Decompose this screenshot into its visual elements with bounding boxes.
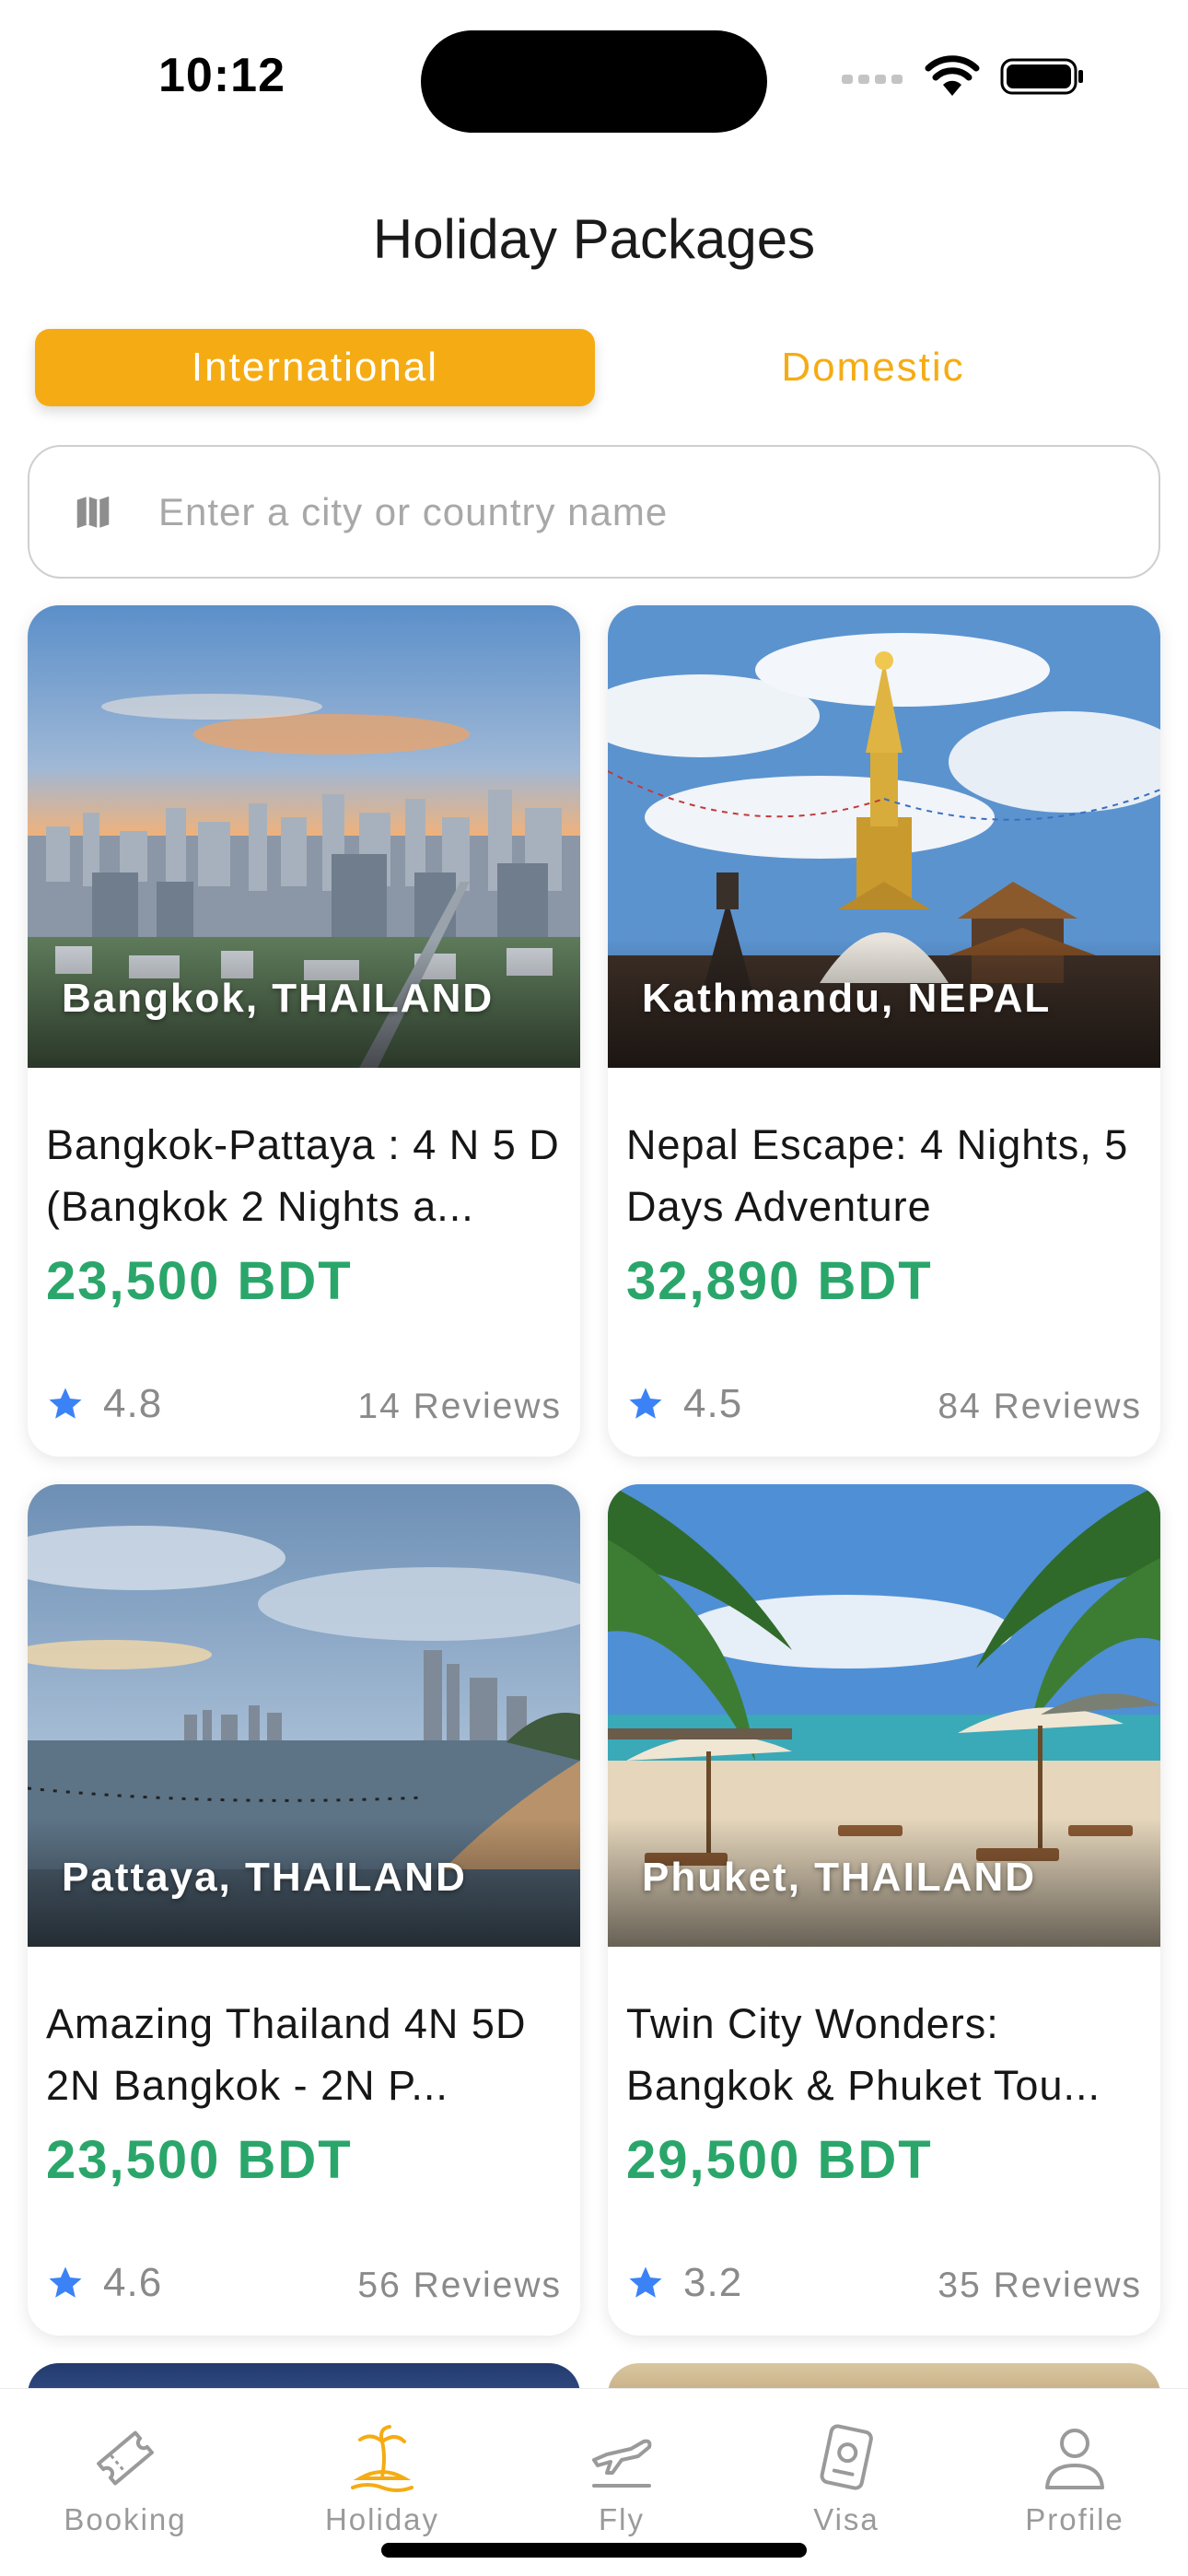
package-location: Bangkok, THAILAND (62, 976, 495, 1021)
rating-value: 4.6 (103, 2260, 163, 2305)
review-count: 35 Reviews (938, 2266, 1142, 2305)
review-count: 56 Reviews (357, 2266, 562, 2305)
package-price: 29,500 BDT (626, 2130, 933, 2190)
island-icon (351, 2425, 413, 2492)
package-price: 32,890 BDT (626, 1251, 933, 1311)
search-box[interactable] (28, 445, 1160, 579)
ticket-icon (97, 2430, 154, 2486)
tab-fly[interactable]: Fly (520, 2421, 723, 2537)
signal-icon (842, 75, 903, 84)
tab-domestic[interactable]: Domestic (593, 329, 1153, 406)
star-icon (629, 2266, 662, 2298)
tab-label: Profile (1025, 2502, 1124, 2536)
tab-holiday[interactable]: Holiday (281, 2421, 483, 2537)
package-location: Pattaya, THAILAND (62, 1855, 467, 1900)
package-rating: 4.5 (626, 1381, 742, 1427)
page-title: Holiday Packages (372, 208, 816, 270)
package-rating: 4.6 (46, 2260, 162, 2306)
plane-icon (592, 2439, 652, 2488)
tab-profile[interactable]: Profile (973, 2421, 1176, 2537)
rating-value: 4.5 (683, 1381, 743, 1426)
package-card[interactable]: Phuket, THAILAND Twin City Wonders: Bang… (608, 1484, 1160, 2336)
package-rating: 3.2 (626, 2260, 742, 2306)
tab-label: Visa (813, 2502, 879, 2536)
passport-icon (820, 2424, 873, 2490)
star-icon (629, 1388, 662, 1419)
segment-control: International Domestic (35, 329, 1153, 406)
star-icon (49, 2266, 82, 2298)
package-price: 23,500 BDT (46, 2130, 353, 2190)
package-rating: 4.8 (46, 1381, 162, 1427)
package-location: Phuket, THAILAND (642, 1855, 1036, 1900)
dynamic-island (421, 30, 767, 133)
package-title: Bangkok-Pattaya : 4 N 5 D (Bangkok 2 Nig… (46, 1121, 560, 1230)
package-title: Twin City Wonders: Bangkok & Phuket Tou.… (626, 2000, 1101, 2109)
map-icon (76, 496, 110, 528)
tab-label: Booking (64, 2502, 187, 2536)
status-time: 10:12 (158, 49, 285, 102)
tab-international[interactable]: International (35, 329, 595, 406)
person-icon (1045, 2429, 1104, 2489)
review-count: 14 Reviews (357, 1387, 562, 1426)
package-location: Kathmandu, NEPAL (642, 976, 1052, 1021)
rating-value: 3.2 (683, 2260, 743, 2305)
tab-booking[interactable]: Booking (24, 2421, 227, 2537)
search-input[interactable] (158, 489, 1079, 534)
package-card[interactable]: Bangkok, THAILAND Bangkok-Pattaya : 4 N … (28, 605, 580, 1457)
home-indicator (381, 2543, 807, 2558)
package-price: 23,500 BDT (46, 1251, 353, 1311)
status-bar: 10:12 (0, 0, 1188, 157)
tab-label: Holiday (324, 2502, 440, 2536)
package-title: Nepal Escape: 4 Nights, 5 Days Adventure (626, 1121, 1129, 1230)
package-card[interactable]: Pattaya, THAILAND Amazing Thailand 4N 5D… (28, 1484, 580, 2336)
package-title: Amazing Thailand 4N 5D 2N Bangkok - 2N P… (46, 2000, 527, 2109)
tab-visa[interactable]: Visa (745, 2421, 948, 2537)
package-card[interactable]: Kathmandu, NEPAL Nepal Escape: 4 Nights,… (608, 605, 1160, 1457)
battery-icon (1000, 58, 1083, 95)
status-icons (840, 55, 1085, 98)
tab-label: Fly (599, 2502, 645, 2536)
review-count: 84 Reviews (938, 1387, 1142, 1426)
wifi-icon (925, 55, 980, 96)
star-icon (49, 1388, 82, 1419)
rating-value: 4.8 (103, 1381, 163, 1426)
